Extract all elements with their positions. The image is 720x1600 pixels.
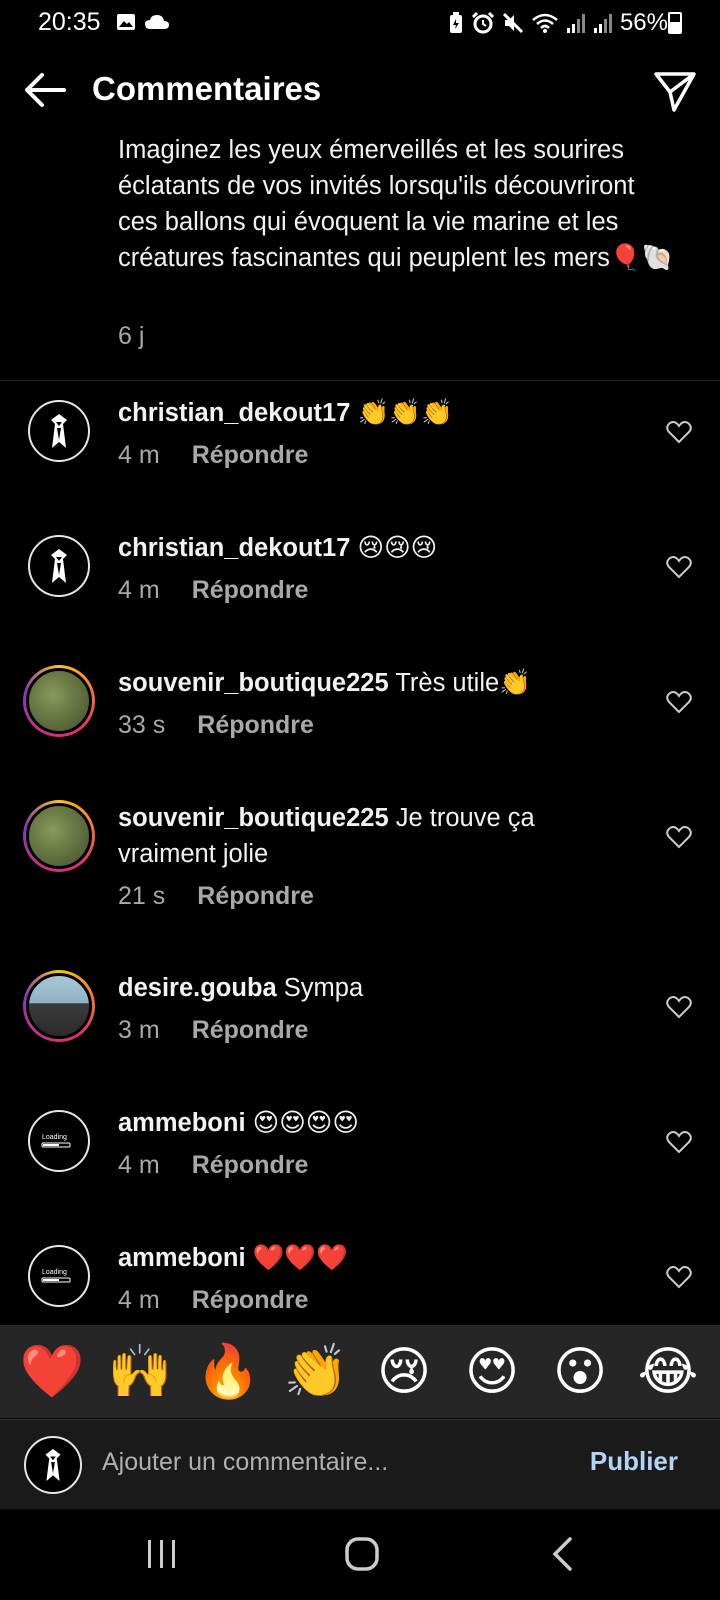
back-icon[interactable] xyxy=(550,1536,574,1572)
comment-username[interactable]: ammeboni xyxy=(118,1244,246,1272)
comment-time: 4 m xyxy=(118,576,160,604)
comment-username[interactable]: souvenir_boutique225 xyxy=(118,669,389,697)
battery-percent: 56% xyxy=(619,9,668,36)
recent-apps-icon[interactable] xyxy=(145,1540,179,1568)
reply-button[interactable]: Répondre xyxy=(192,1286,309,1315)
heart-icon[interactable] xyxy=(666,419,692,445)
heart-icon[interactable] xyxy=(666,994,692,1020)
avatar[interactable] xyxy=(23,800,95,872)
comment-username[interactable]: souvenir_boutique225 xyxy=(118,804,389,832)
avatar-image xyxy=(26,668,92,734)
heart-icon[interactable] xyxy=(666,554,692,580)
comment-username[interactable]: christian_dekout17 xyxy=(118,534,350,562)
alarm-icon xyxy=(471,12,495,34)
signal-icon xyxy=(593,14,612,33)
loading-logo-icon: Loading xyxy=(41,1134,71,1148)
avatar-image xyxy=(26,803,92,869)
avatar[interactable] xyxy=(23,970,95,1042)
page-title: Commentaires xyxy=(92,70,322,107)
comment-body: ❤️❤️❤️ xyxy=(252,1244,348,1272)
avatar[interactable] xyxy=(28,535,90,597)
comment-body: Très utile👏 xyxy=(395,669,531,697)
comment-body: 😍😍😍😍 xyxy=(252,1109,359,1137)
comment-body: Sympa xyxy=(283,974,364,1002)
comment-time: 3 m xyxy=(118,1016,160,1044)
heart-icon[interactable] xyxy=(666,689,692,715)
cloud-icon xyxy=(145,15,169,29)
heart-icon[interactable] xyxy=(666,824,692,850)
avatar[interactable] xyxy=(23,665,95,737)
comment-time: 33 s xyxy=(118,711,166,739)
arrow-left-icon[interactable] xyxy=(22,70,68,110)
avatar[interactable]: Loading xyxy=(28,1245,90,1307)
loading-logo-icon: Loading xyxy=(41,1269,71,1283)
avatar[interactable]: Loading xyxy=(28,1110,90,1172)
comment-body: 👏👏👏 xyxy=(357,399,453,427)
emoji-raised-hands[interactable]: 🙌 xyxy=(105,1346,175,1398)
svg-text:Loading: Loading xyxy=(42,1134,67,1141)
comment-time: 21 s xyxy=(118,882,166,910)
reply-button[interactable]: Répondre xyxy=(192,576,309,605)
status-time: 20:35 xyxy=(38,8,101,36)
reply-button[interactable]: Répondre xyxy=(192,441,309,470)
paper-plane-icon[interactable] xyxy=(652,68,698,114)
heart-icon[interactable] xyxy=(666,1129,692,1155)
reply-button[interactable]: Répondre xyxy=(197,711,314,740)
comment-composer: Ajouter un commentaire... Publier xyxy=(0,1419,720,1509)
comment-username[interactable]: christian_dekout17 xyxy=(118,399,350,427)
emoji-bar: ❤️ 🙌 🔥 👏 😢 😍 😮 😂 xyxy=(0,1325,720,1418)
tuxedo-logo-icon xyxy=(51,549,67,583)
emoji-surprised[interactable]: 😮 xyxy=(545,1346,615,1398)
comment-time: 4 m xyxy=(118,1286,160,1314)
reply-button[interactable]: Répondre xyxy=(192,1151,309,1180)
emoji-fire[interactable]: 🔥 xyxy=(193,1346,263,1398)
comment-time: 4 m xyxy=(118,441,160,469)
emoji-clapping[interactable]: 👏 xyxy=(281,1346,351,1398)
avatar[interactable] xyxy=(28,400,90,462)
wifi-icon xyxy=(532,13,558,33)
avatar xyxy=(24,1436,82,1494)
reply-button[interactable]: Répondre xyxy=(197,882,314,911)
caption-timestamp: 6 j xyxy=(118,322,145,350)
heart-icon[interactable] xyxy=(666,1264,692,1290)
svg-text:Loading: Loading xyxy=(42,1269,67,1276)
battery-saver-icon xyxy=(449,12,462,33)
avatar-image xyxy=(26,973,92,1039)
comment-username[interactable]: desire.gouba xyxy=(118,974,277,1002)
emoji-crying[interactable]: 😢 xyxy=(369,1346,439,1398)
comment-username[interactable]: ammeboni xyxy=(118,1109,246,1137)
reply-button[interactable]: Répondre xyxy=(192,1016,309,1045)
emoji-heart[interactable]: ❤️ xyxy=(17,1346,87,1398)
image-icon xyxy=(117,14,135,30)
publish-button[interactable]: Publier xyxy=(590,1446,678,1477)
post-caption: Imaginez les yeux émerveillés et les sou… xyxy=(118,136,674,272)
comment-body: 😢😢😢 xyxy=(357,534,438,562)
signal-icon xyxy=(566,14,585,33)
home-icon[interactable] xyxy=(344,1536,380,1572)
tuxedo-logo-icon xyxy=(45,1449,61,1481)
mute-icon xyxy=(502,12,524,34)
comment-input[interactable]: Ajouter un commentaire... xyxy=(102,1448,388,1477)
emoji-heart-eyes[interactable]: 😍 xyxy=(457,1346,527,1398)
tuxedo-logo-icon xyxy=(51,414,67,448)
system-nav-bar xyxy=(0,1510,720,1600)
emoji-laughing[interactable]: 😂 xyxy=(633,1346,703,1398)
header: Commentaires xyxy=(0,60,720,120)
status-bar: 20:35 56% xyxy=(0,0,720,46)
comment-time: 4 m xyxy=(118,1151,160,1179)
divider xyxy=(0,380,720,381)
battery-icon xyxy=(668,12,682,34)
